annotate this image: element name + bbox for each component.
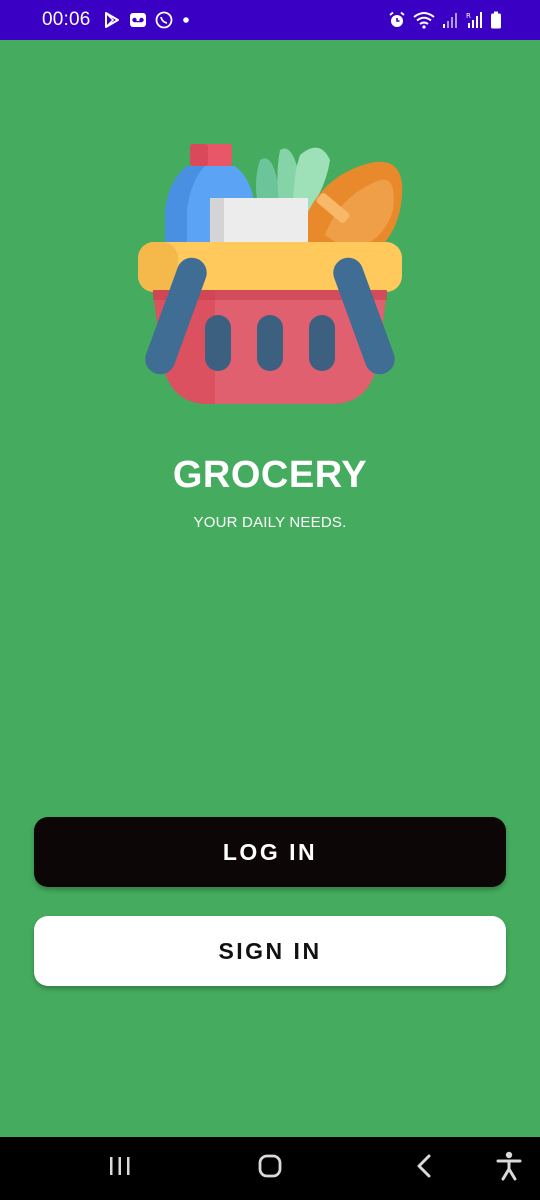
home-button[interactable] [240,1137,300,1200]
battery-icon [490,11,502,29]
signin-button[interactable]: SIGN IN [34,916,506,986]
svg-text:R: R [466,12,471,20]
app-subtitle: YOUR DAILY NEEDS. [193,514,347,531]
status-right: R [388,11,502,29]
recents-button[interactable] [90,1137,150,1200]
voicemail-icon [129,12,147,28]
signal-r-icon: R [465,11,483,29]
nav-bar [0,1137,540,1200]
status-time: 00:06 [42,9,91,30]
accessibility-button[interactable] [480,1137,538,1200]
grocery-basket-icon [135,140,405,408]
status-bar: 00:06 R [0,0,540,40]
alarm-icon [388,11,406,29]
signal-icon [442,11,458,29]
home-icon [257,1153,283,1184]
dot-icon [181,15,191,25]
back-icon [414,1153,434,1184]
splash-screen: 00:06 R GROCERY YOUR DAILY NEEDS. LOG IN… [0,0,540,1200]
recents-icon [107,1154,133,1183]
app-title: GROCERY [172,454,368,496]
back-button[interactable] [394,1137,454,1200]
call-icon [155,11,173,29]
accessibility-icon [496,1151,522,1186]
status-left: 00:06 [42,9,191,31]
play-store-icon [103,11,121,29]
login-button[interactable]: LOG IN [34,817,506,887]
wifi-icon [413,11,435,29]
